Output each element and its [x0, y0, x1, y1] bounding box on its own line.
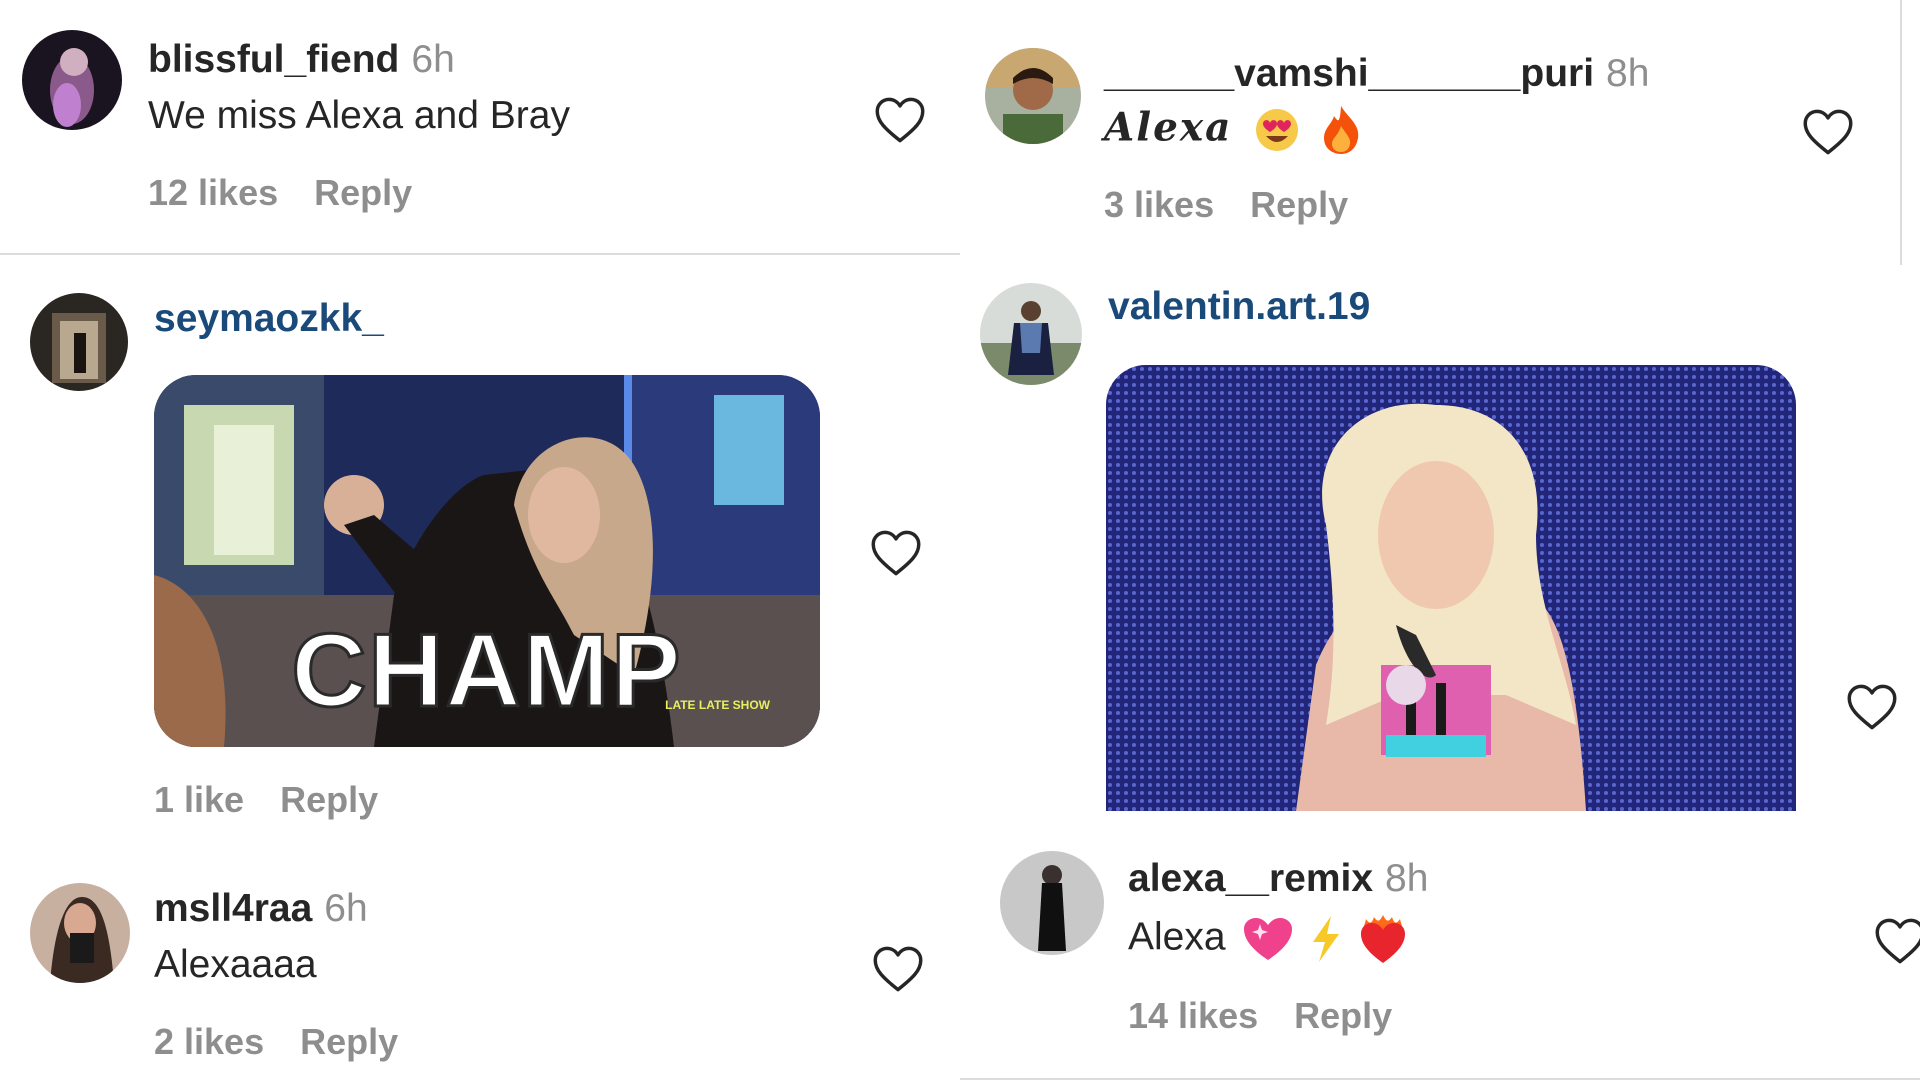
divider [1900, 0, 1902, 265]
likes-count[interactable]: 3 likes [1104, 184, 1214, 225]
reply-button[interactable]: Reply [1250, 184, 1348, 225]
heart-outline-icon[interactable] [1846, 683, 1898, 731]
reply-button[interactable]: Reply [314, 172, 412, 213]
comment-panel-bottom-right: alexa__remix 8h Alexa 14 likes Reply [960, 825, 1920, 1080]
comment-panel-top-left: blissful_fiend 6h We miss Alexa and Bray … [0, 0, 960, 253]
heart-outline-icon[interactable] [872, 945, 924, 993]
username-text[interactable]: alexa__remix [1128, 857, 1373, 900]
comment-text: Alexa [1104, 104, 1364, 156]
reply-button[interactable]: Reply [1294, 995, 1392, 1036]
username-text[interactable]: blissful_fiend [148, 38, 399, 81]
comment-actions: 2 likes Reply [154, 1021, 398, 1063]
avatar[interactable] [30, 293, 128, 391]
comment-panel-gif-left: seymaozkk_ CHAMP LATE LATE SHOW 1 like Re… [0, 255, 960, 845]
avatar[interactable] [980, 283, 1082, 385]
heart-outline-icon[interactable] [874, 96, 926, 144]
styled-text: Alexa [1104, 104, 1233, 151]
timestamp: 6h [411, 38, 455, 81]
comment-text-content: Alexa [1128, 915, 1226, 959]
likes-count[interactable]: 1 like [154, 779, 244, 820]
comment-panel-bottom-left: msll4raa 6h Alexaaaa 2 likes Reply [0, 845, 960, 1080]
username[interactable]: alexa__remix 8h [1128, 857, 1428, 901]
username[interactable]: valentin.art.19 [1108, 285, 1370, 329]
avatar[interactable] [1000, 851, 1104, 955]
comment-actions: 12 likes Reply [148, 172, 412, 214]
timestamp: 6h [324, 887, 368, 930]
sparkling-heart-emoji [1242, 916, 1294, 962]
username-text[interactable]: msll4raa [154, 887, 312, 930]
comment-actions: 1 like Reply [154, 779, 378, 821]
username[interactable]: seymaozkk_ [154, 297, 384, 341]
avatar[interactable] [985, 48, 1081, 144]
username-text[interactable]: valentin.art.19 [1108, 285, 1370, 328]
avatar[interactable] [22, 30, 122, 130]
avatar[interactable] [30, 883, 130, 983]
timestamp: 8h [1606, 52, 1650, 95]
heart-outline-icon[interactable] [870, 529, 922, 577]
wrestler-gif[interactable] [1106, 365, 1796, 811]
heart-eyes-emoji [1253, 106, 1301, 154]
champ-gif[interactable]: CHAMP LATE LATE SHOW [154, 375, 820, 747]
comment-text: Alexaaaa [154, 943, 317, 986]
heart-outline-icon[interactable] [1802, 108, 1854, 156]
comment-actions: 14 likes Reply [1128, 995, 1392, 1037]
username-text[interactable]: seymaozkk_ [154, 297, 384, 340]
gif-caption: CHAMP [290, 612, 683, 731]
username[interactable]: msll4raa 6h [154, 887, 368, 931]
likes-count[interactable]: 12 likes [148, 172, 278, 213]
fire-emoji [1318, 104, 1364, 156]
lightning-emoji [1309, 914, 1343, 964]
reply-button[interactable]: Reply [300, 1021, 398, 1062]
reply-button[interactable]: Reply [280, 779, 378, 820]
comment-actions: 3 likes Reply [1104, 184, 1348, 226]
comment-panel-top-right: ______vamshi_______puri 8h Alexa 3 likes R… [960, 0, 1900, 265]
heart-on-fire-emoji [1358, 913, 1408, 965]
username[interactable]: ______vamshi_______puri 8h [1104, 52, 1649, 96]
likes-count[interactable]: 2 likes [154, 1021, 264, 1062]
comment-text: We miss Alexa and Bray [148, 94, 570, 137]
comment-text: Alexa [1128, 913, 1408, 965]
gif-watermark: LATE LATE SHOW [665, 698, 770, 712]
username[interactable]: blissful_fiend 6h [148, 38, 455, 82]
heart-outline-icon[interactable] [1874, 917, 1920, 965]
comment-panel-gif-right: valentin.art.19 [960, 265, 1920, 825]
username-text[interactable]: ______vamshi_______puri [1104, 52, 1594, 95]
timestamp: 8h [1385, 857, 1429, 900]
likes-count[interactable]: 14 likes [1128, 995, 1258, 1036]
